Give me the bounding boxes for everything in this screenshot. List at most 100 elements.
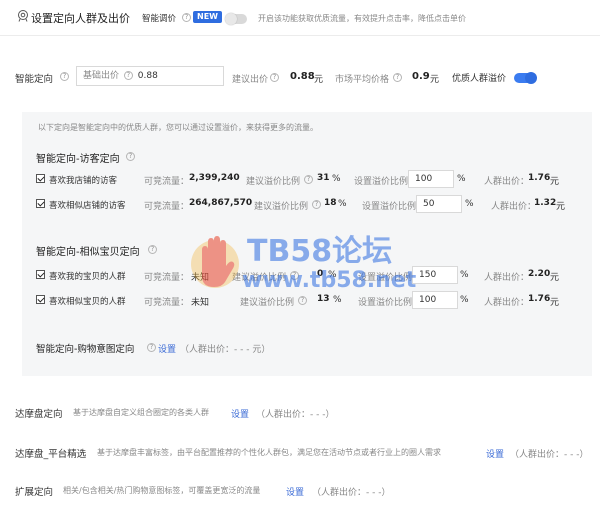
group-title: 智能定向-访客定向 (36, 154, 120, 165)
traffic-label: 可竞流量： (144, 177, 190, 187)
value-pct: % (460, 295, 469, 305)
set-ratio-label: 设置溢价比例 (358, 298, 413, 308)
watermark-brand: TB58论坛 (247, 234, 393, 269)
premium-ratio-input[interactable]: 100 (408, 170, 454, 188)
hand-logo-icon (190, 232, 240, 295)
traffic-label: 可竞流量： (144, 202, 190, 212)
shopping-intent-setting-link[interactable]: 设置 (158, 342, 176, 355)
ratio-label: 建议溢价比例 (246, 177, 301, 187)
traffic-value: 未知 (191, 298, 210, 308)
value-pct: % (457, 174, 466, 184)
crowd-checkbox[interactable] (36, 295, 48, 305)
divider (0, 35, 600, 36)
value-pct: % (465, 199, 474, 209)
crowd-checkbox[interactable] (36, 270, 48, 280)
dmp-platform-bid: （人群出价：- - -） (510, 450, 589, 460)
base-bid-input[interactable]: 基础出价 ? 0.88 (76, 66, 224, 86)
market-price-label: 市场平均价格 (335, 75, 390, 85)
suggest-bid-label: 建议出价 (232, 75, 269, 85)
set-ratio-label: 设置溢价比例 (354, 177, 409, 187)
smart-bid-label: 智能调价 (142, 14, 177, 24)
ratio-value: 31 (317, 173, 330, 183)
ratio-pct: % (338, 199, 347, 209)
watermark-url: www.tb58.net (242, 268, 417, 293)
crowd-row: 喜欢我店铺的访客 可竞流量： 2,399,240 建议溢价比例 ? 31 % 设… (36, 170, 586, 193)
checkbox-icon (36, 295, 45, 304)
crowd-bid-value: 1.76 (528, 173, 551, 183)
crowd-bid-unit: 元 (550, 298, 560, 308)
crowd-name: 喜欢我店铺的访客 (49, 176, 118, 186)
question-icon[interactable]: ? (60, 72, 69, 81)
group-title: 智能定向-相似宝贝定向 (36, 247, 140, 258)
ratio-value: 18 (324, 198, 337, 208)
dmp-platform-desc: 基于达摩盘丰富标签，由平台配置推荐的个性化人群包，满足您在活动节点或者行业上的圈… (97, 448, 441, 457)
crowd-bid-label: 人群出价： (484, 273, 530, 283)
expand-target-setting-link[interactable]: 设置 (286, 485, 304, 498)
smart-bid-toggle[interactable] (225, 13, 247, 25)
base-bid-value: 0.88 (137, 71, 158, 81)
crowd-bid-label: 人群出价： (484, 177, 530, 187)
crowd-bid-unit: 元 (550, 177, 560, 187)
question-icon[interactable]: ? (147, 343, 156, 352)
smart-bid-desc: 开启该功能获取优质流量，有效提升点击率，降低点击单价 (258, 14, 466, 23)
traffic-label: 可竞流量： (144, 273, 190, 283)
ratio-label: 建议溢价比例 (254, 202, 309, 212)
premium-ratio-input[interactable]: 100 (412, 291, 458, 309)
crowd-bid-unit: 元 (550, 273, 560, 283)
shopping-intent-bid: （人群出价：- - - 元） (180, 345, 271, 355)
ratio-pct: % (332, 174, 341, 184)
question-icon[interactable]: ? (312, 200, 321, 209)
ratio-value: 13 (317, 294, 330, 304)
dmp-target-desc: 基于达摩盘自定义组合圈定的各类人群 (73, 408, 209, 417)
question-icon[interactable]: ? (304, 175, 313, 184)
ratio-pct: % (333, 295, 342, 305)
crowd-name: 喜欢相似宝贝的人群 (49, 297, 126, 307)
ratio-label: 建议溢价比例 (240, 298, 295, 308)
crowd-checkbox[interactable] (36, 174, 48, 184)
crowd-row: 喜欢相似店铺的访客 可竞流量： 264,867,570 建议溢价比例 ? 18 … (36, 195, 586, 218)
question-icon[interactable]: ? (126, 152, 135, 161)
expand-target-title: 扩展定向 (15, 487, 54, 498)
question-icon[interactable]: ? (298, 296, 307, 305)
question-icon[interactable]: ? (393, 73, 402, 82)
checkbox-icon (36, 174, 45, 183)
dmp-platform-setting-link[interactable]: 设置 (486, 447, 504, 460)
dmp-target-title: 达摩盘定向 (15, 409, 63, 420)
crowd-name: 喜欢相似店铺的访客 (49, 201, 126, 211)
crowd-bid-label: 人群出价： (491, 202, 537, 212)
question-icon[interactable]: ? (182, 13, 191, 22)
premium-ratio-input[interactable]: 50 (416, 195, 462, 213)
crowd-bid-value: 1.76 (528, 294, 551, 304)
market-price-value: 0.9 (412, 71, 430, 82)
dmp-target-setting-link[interactable]: 设置 (231, 407, 249, 420)
crowd-checkbox[interactable] (36, 199, 48, 209)
suggest-bid-unit: 元 (314, 75, 324, 85)
expand-target-desc: 相关/包含相关/热门购物意图标签，可覆盖更宽泛的流量 (63, 486, 261, 495)
crowd-bid-value: 2.20 (528, 269, 551, 279)
checkbox-icon (36, 199, 45, 208)
market-price-unit: 元 (430, 75, 440, 85)
page-title: 设置定向人群及出价 (31, 12, 130, 25)
question-icon[interactable]: ? (123, 71, 133, 80)
question-icon[interactable]: ? (270, 73, 279, 82)
traffic-label: 可竞流量： (144, 298, 190, 308)
new-badge: NEW (193, 11, 222, 23)
crowd-bid-unit: 元 (556, 202, 566, 212)
base-bid-label: 基础出价 (83, 71, 120, 81)
shopping-intent-title: 智能定向-购物意图定向 (36, 344, 135, 355)
suggest-bid-value: 0.88 (290, 71, 315, 82)
value-pct: % (460, 270, 469, 280)
premium-toggle[interactable] (514, 72, 537, 84)
set-ratio-label: 设置溢价比例 (362, 202, 417, 212)
dmp-target-bid: （人群出价：- - -） (256, 410, 335, 420)
crowd-name: 喜欢我的宝贝的人群 (49, 272, 126, 282)
traffic-value: 2,399,240 (189, 173, 240, 183)
smart-target-label: 智能定向 (15, 74, 54, 85)
expand-target-bid: （人群出价：- - -） (312, 488, 391, 498)
crowd-bid-value: 1.32 (534, 198, 557, 208)
premium-ratio-input[interactable]: 150 (412, 266, 458, 284)
crowd-bid-label: 人群出价： (484, 298, 530, 308)
panel-intro: 以下定向是智能定向中的优质人群，您可以通过设置溢价，来获得更多的流量。 (38, 123, 318, 132)
question-icon[interactable]: ? (148, 245, 157, 254)
checkbox-icon (36, 270, 45, 279)
